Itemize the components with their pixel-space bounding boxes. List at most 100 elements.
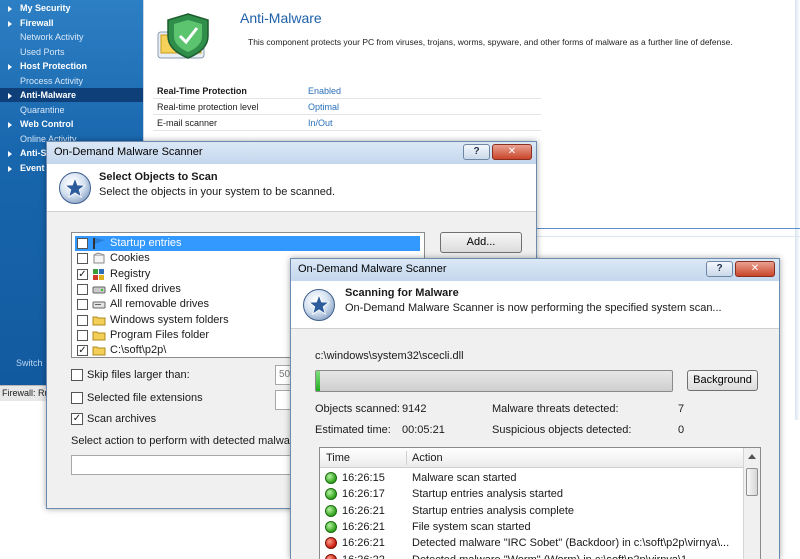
- column-header-action[interactable]: Action: [412, 448, 443, 468]
- sidebar-item[interactable]: Web Control: [0, 117, 143, 131]
- dialog-heading: Select Objects to Scan: [99, 171, 218, 183]
- scan-object-label: All removable drives: [110, 298, 210, 311]
- sidebar-item[interactable]: Network Activity: [0, 30, 143, 44]
- dialog-heading: Scanning for Malware: [345, 287, 459, 299]
- scan-object-label: All fixed drives: [110, 282, 181, 295]
- log-time: 16:26:21: [342, 520, 385, 533]
- suspicious-objects-value: 0: [678, 424, 685, 436]
- anti-malware-shield-icon: [157, 13, 209, 59]
- dialog-subheading: Select the objects in your system to be …: [99, 186, 336, 198]
- info-key: E-mail scanner: [157, 118, 218, 128]
- sidebar-item[interactable]: My Security: [0, 1, 143, 15]
- log-time: 16:26:17: [342, 488, 385, 501]
- log-header: Time Action: [320, 448, 744, 468]
- removable-drive-icon: [92, 298, 106, 311]
- log-row[interactable]: 16:26:15 Malware scan started: [320, 470, 744, 486]
- log-action: Detected malware "Worm" (Worm) in c:\sof…: [412, 552, 696, 559]
- alert-status-icon: [325, 537, 337, 550]
- scan-object-label: C:\soft\p2p\: [110, 344, 167, 357]
- sidebar-switch-link[interactable]: Switch: [16, 358, 43, 368]
- estimated-time-value: 00:05:21: [402, 424, 445, 436]
- log-row[interactable]: 16:26:21 File system scan started: [320, 519, 744, 535]
- sidebar-item[interactable]: Process Activity: [0, 74, 143, 88]
- dialog-subheading: On-Demand Malware Scanner is now perform…: [345, 302, 722, 314]
- scan-progress-bar: [315, 370, 673, 392]
- cookie-icon: [92, 252, 106, 265]
- scan-object-item[interactable]: ✓ Startup entries: [75, 236, 420, 251]
- folder-icon: [92, 344, 106, 357]
- threats-detected-value: 7: [678, 403, 685, 415]
- checkbox[interactable]: [77, 283, 88, 295]
- ok-status-icon: [325, 504, 337, 517]
- log-scrollbar[interactable]: [743, 448, 760, 559]
- scan-log-list[interactable]: Time Action 16:26:15 Malware scan started…: [319, 447, 761, 559]
- checkbox[interactable]: ✓: [77, 268, 88, 280]
- info-key: Real-Time Protection: [157, 86, 247, 96]
- info-row: Real-Time Protection Enabled: [153, 83, 541, 99]
- close-button[interactable]: ✕: [735, 261, 775, 277]
- sidebar-item[interactable]: Host Protection: [0, 59, 143, 73]
- divider: [536, 228, 800, 229]
- scroll-up-arrow-icon[interactable]: [748, 454, 756, 459]
- log-action: Startup entries analysis started: [412, 488, 564, 501]
- sidebar-item[interactable]: Firewall: [0, 16, 143, 30]
- scan-object-label: Cookies: [110, 252, 150, 265]
- checkbox[interactable]: ✓: [71, 413, 83, 425]
- action-select[interactable]: [71, 455, 295, 475]
- add-button[interactable]: Add...: [440, 232, 522, 253]
- log-row[interactable]: 16:26:22 Detected malware "Worm" (Worm) i…: [320, 552, 744, 559]
- info-value-link[interactable]: Enabled: [308, 83, 341, 99]
- folder-icon: [92, 329, 106, 342]
- scan-object-label: Startup entries: [110, 237, 182, 249]
- log-action: File system scan started: [412, 520, 531, 533]
- log-row[interactable]: 16:26:17 Startup entries analysis started: [320, 486, 744, 502]
- option-label: Scan archives: [87, 413, 157, 425]
- title-bar[interactable]: On-Demand Malware Scanner ? ✕: [291, 259, 779, 281]
- info-key: Real-time protection level: [157, 102, 259, 112]
- objects-scanned-label: Objects scanned:: [315, 403, 400, 415]
- sidebar-item[interactable]: Quarantine: [0, 103, 143, 117]
- column-header-time[interactable]: Time: [326, 448, 350, 468]
- checkbox[interactable]: [77, 314, 88, 326]
- checkbox[interactable]: [77, 329, 88, 341]
- page-description: This component protects your PC from vir…: [248, 37, 733, 47]
- page-title: Anti-Malware: [240, 10, 322, 26]
- folder-icon: [92, 314, 106, 327]
- log-action: Detected malware "IRC Sobet" (Backdoor) …: [412, 537, 730, 550]
- alert-status-icon: [325, 553, 337, 559]
- scan-object-label: Windows system folders: [110, 313, 229, 326]
- divider: [536, 236, 800, 237]
- help-button[interactable]: ?: [706, 261, 733, 277]
- checkbox[interactable]: [77, 299, 88, 311]
- log-time: 16:26:22: [342, 552, 385, 559]
- sidebar-item[interactable]: Anti-Malware: [0, 88, 143, 102]
- close-button[interactable]: ✕: [492, 144, 532, 160]
- info-value-link[interactable]: In/Out: [308, 115, 333, 131]
- log-row[interactable]: 16:26:21 Detected malware "IRC Sobet" (Ba…: [320, 535, 744, 551]
- window-title: On-Demand Malware Scanner: [298, 263, 447, 275]
- info-value-link[interactable]: Optimal: [308, 99, 339, 115]
- sidebar-item[interactable]: Used Ports: [0, 45, 143, 59]
- scan-object-label: Program Files folder: [110, 328, 210, 341]
- checkbox[interactable]: [71, 392, 83, 404]
- checkbox[interactable]: ✓: [77, 238, 88, 249]
- ok-status-icon: [325, 520, 337, 533]
- scroll-thumb[interactable]: [746, 468, 758, 496]
- main-panel-edge: [795, 0, 800, 420]
- checkbox[interactable]: ✓: [77, 345, 88, 357]
- help-button[interactable]: ?: [463, 144, 490, 160]
- log-row[interactable]: 16:26:21 Startup entries analysis complet…: [320, 503, 744, 519]
- log-time: 16:26:15: [342, 472, 385, 484]
- title-bar[interactable]: On-Demand Malware Scanner ? ✕: [47, 142, 536, 164]
- registry-icon: [92, 268, 106, 281]
- option-label: Selected file extensions: [87, 392, 203, 404]
- checkbox[interactable]: [71, 369, 83, 381]
- estimated-time-label: Estimated time:: [315, 424, 391, 436]
- threats-detected-label: Malware threats detected:: [492, 403, 619, 415]
- ok-status-icon: [325, 488, 337, 501]
- suspicious-objects-label: Suspicious objects detected:: [492, 424, 632, 436]
- background-button[interactable]: Background: [687, 370, 758, 391]
- checkbox[interactable]: [77, 253, 88, 265]
- flag-icon: [92, 237, 106, 250]
- info-row: Real-time protection level Optimal: [153, 99, 541, 115]
